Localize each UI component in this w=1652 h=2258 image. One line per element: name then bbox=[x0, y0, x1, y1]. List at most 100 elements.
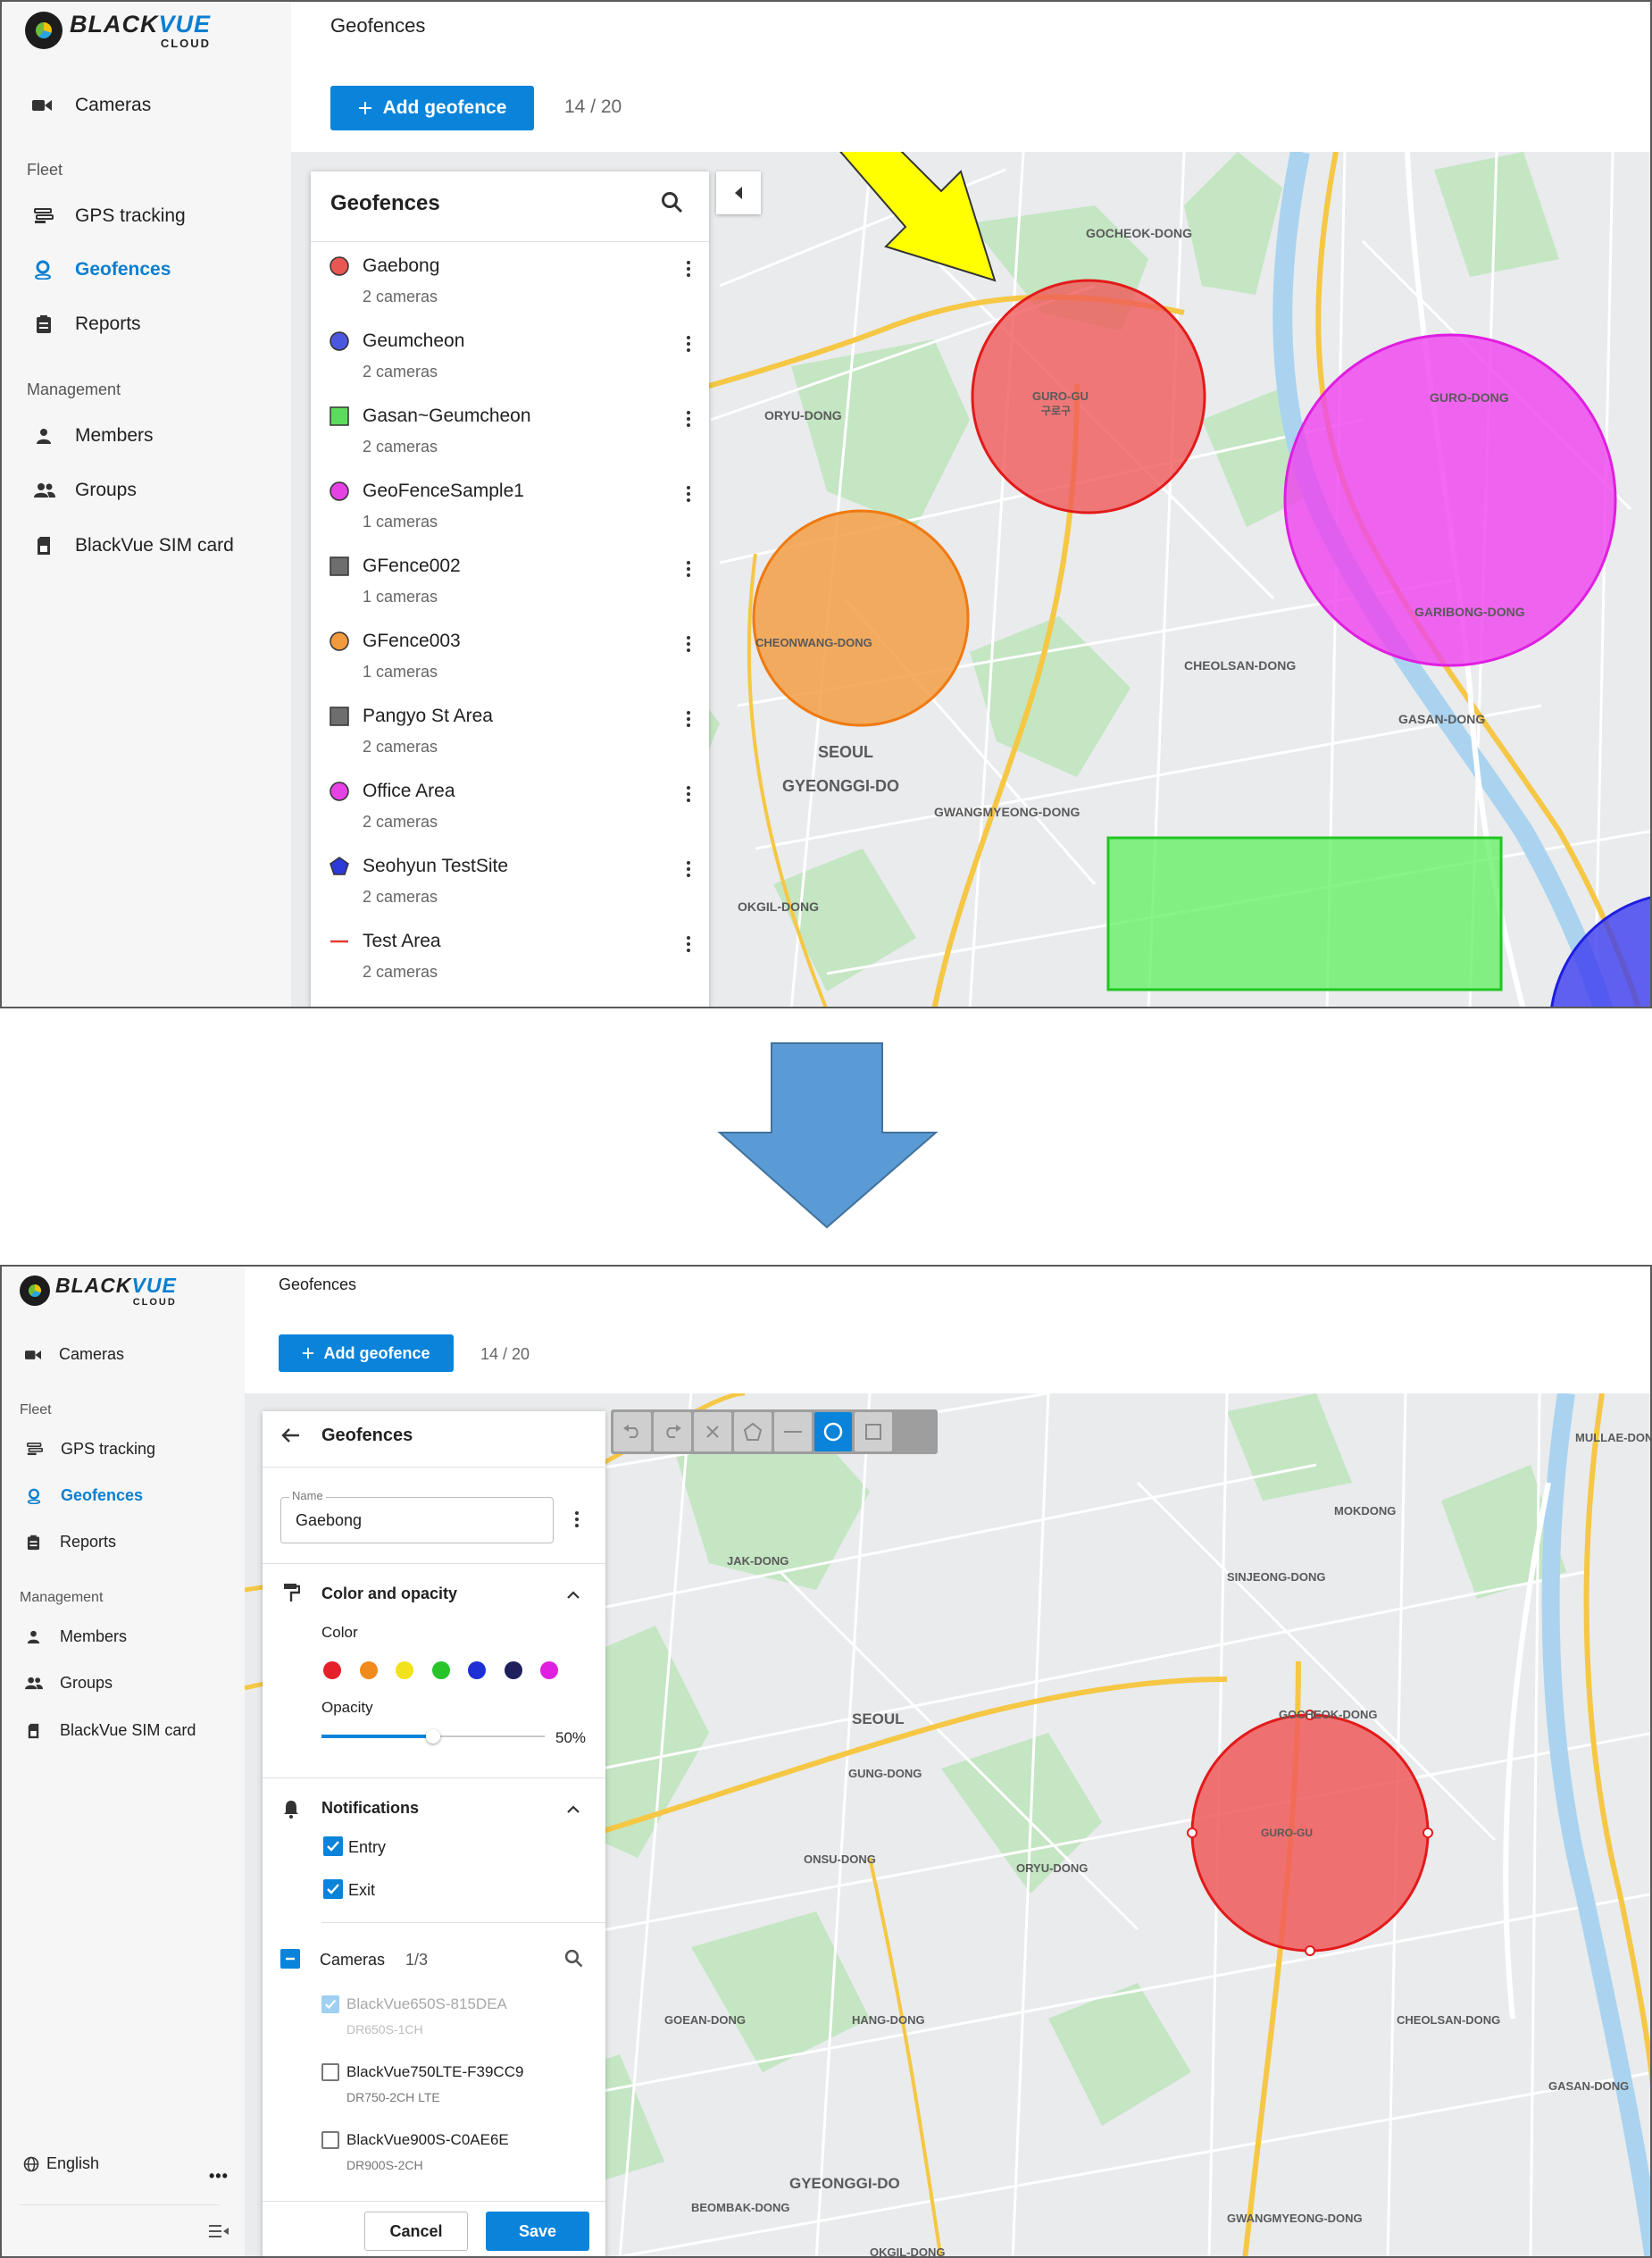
color-swatch[interactable] bbox=[359, 1661, 378, 1679]
back-arrow-icon[interactable] bbox=[280, 1427, 300, 1443]
nav-groups-label: Groups bbox=[60, 1674, 113, 1692]
undo-button[interactable] bbox=[613, 1412, 651, 1451]
color-swatch[interactable] bbox=[431, 1661, 450, 1679]
camera-checkbox[interactable] bbox=[321, 2063, 339, 2081]
geofence-list-item[interactable]: GFence002 1 cameras bbox=[311, 550, 709, 625]
collapse-menu-icon[interactable] bbox=[209, 2224, 229, 2238]
exit-checkbox[interactable] bbox=[323, 1879, 343, 1899]
brand-vue: VUE bbox=[131, 1274, 177, 1297]
close-icon bbox=[706, 1426, 719, 1438]
rectangle-tool-button[interactable] bbox=[855, 1412, 892, 1451]
more-vert-icon[interactable] bbox=[686, 561, 691, 580]
opacity-slider-thumb[interactable] bbox=[426, 1729, 440, 1744]
chevron-up-icon[interactable] bbox=[566, 1804, 580, 1813]
clipboard-icon bbox=[27, 1535, 40, 1550]
more-vert-icon[interactable] bbox=[686, 411, 691, 430]
line-tool-button[interactable] bbox=[774, 1412, 812, 1451]
blackvue-logo: BLACKVUE CLOUD bbox=[25, 11, 211, 50]
more-vert-icon[interactable] bbox=[574, 1511, 580, 1530]
collapse-panel-button[interactable] bbox=[716, 171, 761, 214]
geofence-list-item[interactable]: Gaebong 2 cameras bbox=[311, 250, 709, 325]
nav-gps-tracking[interactable]: GPS tracking bbox=[27, 1440, 155, 1459]
logo-mark-icon bbox=[25, 12, 63, 49]
camera-checkbox[interactable] bbox=[321, 2131, 339, 2149]
geofence-list-item[interactable]: Seohyun TestSite 2 cameras bbox=[311, 850, 709, 925]
cameras-select-all-checkbox[interactable] bbox=[280, 1949, 300, 1969]
search-icon[interactable] bbox=[564, 1949, 584, 1969]
camera-checkbox[interactable] bbox=[321, 1995, 339, 2013]
geofence-list-item[interactable]: GeoFenceSample1 1 cameras bbox=[311, 475, 709, 550]
name-field-label: Name bbox=[289, 1489, 326, 1502]
name-field[interactable]: Gaebong bbox=[280, 1497, 554, 1543]
square-shape-icon bbox=[330, 556, 349, 576]
opacity-slider[interactable] bbox=[321, 1727, 545, 1745]
management-section-label: Management bbox=[27, 381, 121, 398]
entry-checkbox[interactable] bbox=[323, 1836, 343, 1856]
more-vert-icon[interactable] bbox=[686, 861, 691, 880]
camera-model: DR900S-2CH bbox=[346, 2158, 423, 2172]
nav-sim-card[interactable]: BlackVue SIM card bbox=[36, 535, 234, 556]
add-geofence-button[interactable]: Add geofence bbox=[279, 1334, 454, 1372]
square-shape-icon bbox=[330, 707, 349, 726]
circle-tool-button[interactable] bbox=[814, 1412, 852, 1451]
circle-shape-icon bbox=[330, 331, 349, 351]
nav-geofences[interactable]: Geofences bbox=[27, 1486, 143, 1505]
geofence-list-item[interactable]: Office Area 2 cameras bbox=[311, 775, 709, 850]
more-options-icon[interactable]: ••• bbox=[209, 2167, 229, 2186]
redo-button[interactable] bbox=[654, 1412, 691, 1451]
color-swatch[interactable] bbox=[323, 1661, 341, 1679]
polygon-tool-button[interactable] bbox=[734, 1412, 772, 1451]
more-vert-icon[interactable] bbox=[686, 636, 691, 655]
brand-black: BLACK bbox=[55, 1274, 132, 1297]
geofence-list-item[interactable]: Gasan~Geumcheon 2 cameras bbox=[311, 400, 709, 475]
language-selector[interactable]: English bbox=[23, 2154, 99, 2173]
camera-list-item[interactable]: BlackVue650S-815DEA DR650S-1CH bbox=[263, 1994, 605, 2056]
bell-icon bbox=[284, 1801, 298, 1819]
nav-cameras[interactable]: Cameras bbox=[25, 1345, 124, 1364]
nav-geofences[interactable]: Geofences bbox=[34, 259, 171, 280]
geofence-name: Gaebong bbox=[363, 255, 440, 276]
nav-reports[interactable]: Reports bbox=[27, 1533, 116, 1551]
nav-groups[interactable]: Groups bbox=[34, 480, 137, 501]
map-label-seoul: SEOUL bbox=[818, 743, 873, 761]
more-vert-icon[interactable] bbox=[686, 936, 691, 955]
nav-cameras[interactable]: Cameras bbox=[32, 95, 151, 116]
camera-list-item[interactable]: BlackVue750LTE-F39CC9 DR750-2CH LTE bbox=[263, 2061, 605, 2124]
add-geofence-button[interactable]: Add geofence bbox=[330, 86, 534, 130]
more-vert-icon[interactable] bbox=[686, 711, 691, 730]
nav-reports[interactable]: Reports bbox=[36, 314, 141, 335]
color-swatch[interactable] bbox=[504, 1661, 522, 1679]
chevron-up-icon[interactable] bbox=[566, 1590, 580, 1599]
more-vert-icon[interactable] bbox=[686, 486, 691, 505]
geofence-list-item[interactable]: Geumcheon 2 cameras bbox=[311, 325, 709, 400]
nav-sim-card[interactable]: BlackVue SIM card bbox=[27, 1721, 196, 1740]
more-vert-icon[interactable] bbox=[686, 261, 691, 280]
pentagon-icon bbox=[743, 1422, 763, 1441]
fleet-section-label: Fleet bbox=[20, 1402, 52, 1418]
nav-members[interactable]: Members bbox=[27, 1627, 127, 1646]
undo-icon bbox=[623, 1425, 638, 1438]
map-label-oryu: ORYU-DONG bbox=[1016, 1861, 1088, 1875]
panel-title: Geofences bbox=[321, 1426, 413, 1445]
nav-gps-tracking[interactable]: GPS tracking bbox=[34, 205, 186, 227]
nav-groups[interactable]: Groups bbox=[25, 1674, 113, 1693]
map-label-guro-dong: GURO-DONG bbox=[1430, 390, 1509, 405]
search-icon[interactable] bbox=[661, 191, 684, 214]
geofence-list-item[interactable]: GFence003 1 cameras bbox=[311, 625, 709, 700]
more-vert-icon[interactable] bbox=[686, 786, 691, 805]
camera-list-item[interactable]: BlackVue900S-C0AE6E DR900S-2CH bbox=[263, 2129, 605, 2192]
more-vert-icon[interactable] bbox=[686, 336, 691, 355]
map-label-seoul: SEOUL bbox=[852, 1710, 905, 1727]
color-swatch[interactable] bbox=[468, 1661, 486, 1679]
cancel-button[interactable]: Cancel bbox=[364, 2212, 468, 2251]
geofence-list-item[interactable]: Test Area 2 cameras bbox=[311, 925, 709, 1000]
delete-shape-button[interactable] bbox=[694, 1412, 731, 1451]
geofence-list-item[interactable]: Pangyo St Area 2 cameras bbox=[311, 700, 709, 775]
save-button[interactable]: Save bbox=[486, 2212, 589, 2251]
transition-arrow-icon bbox=[717, 1042, 939, 1229]
gps-tracking-icon bbox=[27, 1443, 43, 1456]
map-label-cheolsan: CHEOLSAN-DONG bbox=[1397, 2013, 1500, 2027]
color-swatch[interactable] bbox=[396, 1661, 413, 1679]
color-swatch[interactable] bbox=[540, 1661, 558, 1679]
nav-members[interactable]: Members bbox=[36, 425, 154, 447]
